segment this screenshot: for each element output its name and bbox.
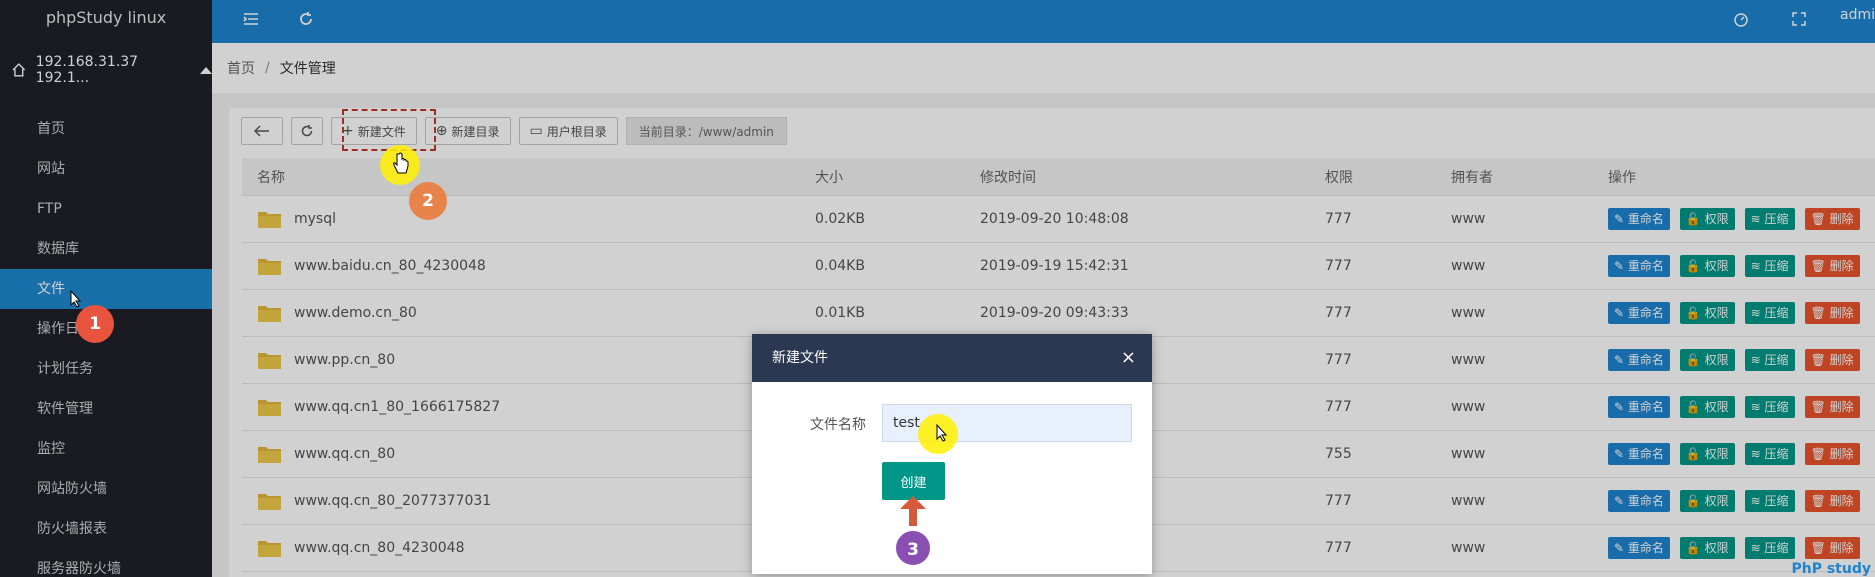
step-badge-1: 1 <box>76 305 114 343</box>
dialog-header: 新建文件 × <box>752 334 1152 382</box>
new-file-dialog: 新建文件 × 文件名称 创建 <box>752 334 1152 574</box>
step-badge-3: 3 <box>894 529 932 567</box>
filename-label: 文件名称 <box>810 417 866 433</box>
arrow-cursor-icon <box>70 290 82 308</box>
step-badge-2: 2 <box>409 182 447 220</box>
arrow-cursor-icon-2 <box>936 424 948 442</box>
watermark-logo: PhP study <box>1791 561 1871 577</box>
close-icon[interactable]: × <box>1121 334 1136 382</box>
dialog-title: 新建文件 <box>772 350 828 366</box>
up-arrow-icon <box>900 496 926 526</box>
hand-cursor-icon <box>393 152 409 174</box>
